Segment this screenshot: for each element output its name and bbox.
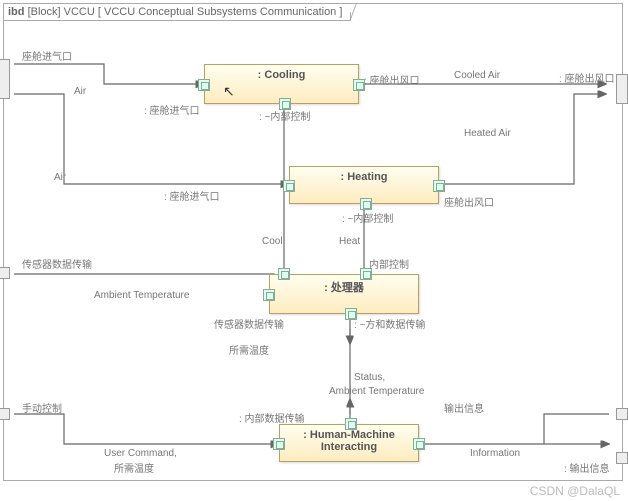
- block-hmi[interactable]: : Human-Machine Interacting: [279, 424, 419, 462]
- frame-port-air-out[interactable]: [616, 74, 628, 104]
- processor-title: : 处理器: [270, 279, 418, 295]
- frame-header: ibd [Block] VCCU [ VCCU Conceptual Subsy…: [3, 3, 351, 21]
- block-heating[interactable]: : Heating: [289, 166, 439, 204]
- lbl-heat-in: : 座舱进气口: [164, 188, 220, 203]
- frame-port-manual[interactable]: [0, 408, 10, 420]
- port-proc-sensor[interactable]: [263, 289, 275, 301]
- hmi-title1: : Human-Machine: [280, 429, 418, 441]
- lbl-outinfo: 输出信息: [444, 400, 484, 415]
- lbl-ctrl2: : ~内部控制: [342, 210, 393, 225]
- frame-port-sensor[interactable]: [0, 267, 10, 279]
- heating-title: : Heating: [290, 171, 438, 183]
- lbl-cool-out: : 座舱出风口: [364, 72, 420, 87]
- lbl-indoor-temp: 所需温度: [229, 342, 269, 357]
- cursor-icon: ↖: [223, 83, 235, 100]
- frame-port-info2[interactable]: [616, 452, 628, 464]
- frame-name: VCCU: [64, 6, 95, 18]
- lbl-ctrl1: : ~内部控制: [259, 108, 310, 123]
- lbl-air1: Air: [74, 86, 86, 97]
- lbl-manual: 手动控制: [22, 400, 62, 415]
- lbl-heated: Heated Air: [464, 128, 511, 139]
- port-cooling-in[interactable]: [198, 79, 210, 91]
- frame-prefix: ibd: [8, 6, 25, 18]
- port-hmi-in[interactable]: [273, 438, 285, 450]
- lbl-outinfo2: : 输出信息: [564, 460, 610, 475]
- lbl-cool-f: Cool: [262, 236, 283, 247]
- lbl-cool-in: : 座舱进气口: [144, 102, 200, 117]
- lbl-top-out: : 座舱出风口: [559, 70, 615, 85]
- lbl-air2: Air: [54, 172, 66, 183]
- watermark: CSDN @DalaQL: [530, 484, 620, 498]
- lbl-ambient: Ambient Temperature: [94, 290, 189, 301]
- block-cooling[interactable]: : Cooling ↖: [204, 64, 359, 104]
- lbl-status: Status,: [354, 372, 385, 383]
- port-heating-in[interactable]: [283, 180, 295, 192]
- frame-stereotype: [Block]: [28, 6, 61, 18]
- lbl-proc-sensor: 传感器数据传输: [214, 316, 284, 331]
- lbl-status2: Ambient Temperature: [329, 386, 424, 397]
- block-processor[interactable]: : 处理器: [269, 274, 419, 314]
- frame-port-info1[interactable]: [616, 408, 628, 420]
- lbl-information: Information: [470, 448, 520, 459]
- lbl-sensor-port: 传感器数据传输: [22, 256, 92, 271]
- lbl-usercmd2: 所需温度: [114, 460, 154, 475]
- lbl-cooled-air: Cooled Air: [454, 70, 500, 81]
- lbl-ctrl-data: : ~方和数据传输: [354, 316, 425, 331]
- diagram-frame: ibd [Block] VCCU [ VCCU Conceptual Subsy…: [3, 3, 623, 481]
- hmi-title2: Interacting: [280, 441, 418, 453]
- port-hmi-top[interactable]: [345, 418, 357, 430]
- frame-title: VCCU Conceptual Subsystems Communication: [104, 6, 336, 18]
- port-hmi-out[interactable]: [413, 438, 425, 450]
- frame-port-air-in[interactable]: [0, 59, 10, 99]
- port-proc-cool[interactable]: [278, 268, 290, 280]
- lbl-ctrl4: : 内部数据传输: [239, 410, 305, 425]
- lbl-heat-f: Heat: [339, 236, 360, 247]
- lbl-ctrl3: 内部控制: [369, 256, 409, 271]
- lbl-heat-out: 座舱出风口: [444, 194, 494, 209]
- port-heating-ctrl[interactable]: [360, 198, 372, 210]
- cooling-title: : Cooling: [205, 69, 358, 81]
- port-heating-out[interactable]: [433, 180, 445, 192]
- lbl-usercmd: User Command,: [104, 448, 177, 459]
- lbl-top-in: 座舱进气口: [22, 48, 72, 63]
